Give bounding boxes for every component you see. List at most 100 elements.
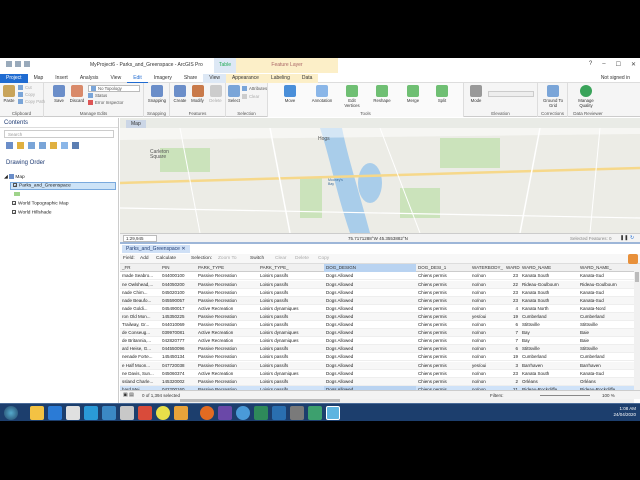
layer-visibility-checkbox[interactable]: ✓ [13, 183, 17, 188]
table-cell[interactable]: 23 [504, 370, 520, 378]
table-cell[interactable]: Passive Recreation [196, 345, 258, 353]
table-cell[interactable]: Kanata South [520, 297, 578, 305]
table-cell[interactable]: Stittsville [578, 345, 634, 353]
file-explorer-icon[interactable] [30, 406, 44, 420]
table-cell[interactable]: Baie [578, 337, 634, 345]
table-cell[interactable]: Loisirs passifs [258, 345, 324, 353]
table-cell[interactable]: Loisirs dynamiques [258, 337, 324, 345]
tab-table-view[interactable]: View [203, 73, 226, 83]
table-cell[interactable]: 045060374 [160, 370, 196, 378]
table-cell[interactable]: Dogs Allowed [324, 362, 416, 370]
table-cell[interactable]: Loisirs passifs [258, 321, 324, 329]
table-cell[interactable]: Kanata-Nord [578, 305, 634, 313]
table-cell[interactable]: ssland Charle... [120, 378, 160, 386]
table-cell[interactable]: nenade Forte... [120, 353, 160, 361]
table-cell[interactable]: Dogs Allowed [324, 337, 416, 345]
table-cell[interactable]: no/non [470, 337, 504, 345]
table-cell[interactable]: Dogs Allowed [324, 321, 416, 329]
app-icon[interactable] [290, 406, 304, 420]
clear-button[interactable]: Clear [275, 256, 286, 261]
table-cell[interactable]: rnade Seabro... [120, 272, 160, 280]
table-row[interactable]: nade Goldi... 045490017 Active Recreation L… [120, 305, 634, 313]
start-button[interactable] [4, 406, 18, 420]
table-cell[interactable]: Kanata South [520, 370, 578, 378]
table-cell[interactable]: Passive Recreation [196, 321, 258, 329]
table-cell[interactable]: 2 [504, 378, 520, 386]
table-cell[interactable]: Chiens permis [416, 329, 470, 337]
table-cell[interactable]: Chiens permis [416, 353, 470, 361]
table-cell[interactable]: no/non [470, 370, 504, 378]
column-header[interactable]: WARD_NAME_ [578, 264, 634, 272]
table-row[interactable]: nade Chim... 045020100 Passive Recreation L… [120, 289, 634, 297]
table-cell[interactable]: Passive Recreation [196, 272, 258, 280]
table-cell[interactable]: Passive Recreation [196, 289, 258, 297]
table-cell[interactable]: Cumberland [578, 353, 634, 361]
table-row[interactable]: nenade Forte... 145450134 Passive Recreati… [120, 353, 634, 362]
table-cell[interactable]: de Britannia,... [120, 337, 160, 345]
table-cell[interactable]: Kanata-Sud [578, 370, 634, 378]
pause-icon[interactable]: ❚❚ [620, 235, 628, 241]
table-cell[interactable]: nade Goldi... [120, 305, 160, 313]
table-cell[interactable]: e Half Moon... [120, 362, 160, 370]
table-cell[interactable]: Loisirs dynamiques [258, 370, 324, 378]
scroll-thumb[interactable] [635, 272, 639, 282]
table-cell[interactable]: 23 [504, 289, 520, 297]
add-field-button[interactable]: Add [140, 256, 149, 261]
table-cell[interactable]: 044000100 [160, 272, 196, 280]
skype-icon[interactable] [84, 406, 98, 420]
table-cell[interactable]: Kanata-Sud [578, 289, 634, 297]
map-view-tab[interactable]: Map [126, 120, 146, 128]
table-cell[interactable]: Dogs Allowed [324, 289, 416, 297]
tab-analysis[interactable]: Analysis [74, 74, 105, 83]
copy-path-button[interactable]: Copy Path [18, 99, 45, 105]
table-cell[interactable]: Chiens permis [416, 362, 470, 370]
app-icon[interactable] [272, 406, 286, 420]
table-row[interactable]: de Conseug... 039970081 Active Recreation L… [120, 329, 634, 338]
app-icon[interactable] [308, 406, 322, 420]
minimize-icon[interactable]: – [602, 61, 605, 68]
table-cell[interactable]: 6 [504, 321, 520, 329]
help-icon[interactable]: ? [589, 61, 592, 68]
table-cell[interactable]: no/non [470, 378, 504, 386]
table-cell[interactable]: no/non [470, 353, 504, 361]
list-by-editing-icon[interactable] [39, 142, 46, 149]
table-cell[interactable]: Trailway, Gr... [120, 321, 160, 329]
reshape-button[interactable]: Reshape [370, 85, 394, 103]
table-row[interactable]: Trailway, Gr... 044010069 Passive Recreati… [120, 321, 634, 330]
table-row[interactable]: ne Davis, Sun... 045060374 Active Recreati… [120, 370, 634, 378]
table-cell[interactable]: Dogs Allowed [324, 370, 416, 378]
tab-labeling[interactable]: Labeling [264, 73, 296, 83]
redo-icon[interactable] [24, 61, 30, 67]
table-cell[interactable]: Loisirs passifs [258, 281, 324, 289]
table-cell[interactable]: Chiens permis [416, 305, 470, 313]
column-header[interactable]: DOG_DESIGN [324, 264, 416, 272]
table-cell[interactable]: Barrhaven [520, 362, 578, 370]
table-cell[interactable]: Rideau-Goulbourn [578, 281, 634, 289]
save-icon[interactable] [6, 61, 12, 67]
table-cell[interactable]: 19 [504, 313, 520, 321]
table-cell[interactable]: no/non [470, 297, 504, 305]
table-cell[interactable]: Barrhaven [578, 362, 634, 370]
delete-rows-button[interactable]: Delete [295, 256, 309, 261]
table-cell[interactable]: Chiens permis [416, 345, 470, 353]
column-header[interactable]: PARK_TYPE [196, 264, 258, 272]
table-cell[interactable]: Chiens permis [416, 321, 470, 329]
table-cell[interactable]: Kanata-Sud [578, 297, 634, 305]
table-cell[interactable]: Chiens permis [416, 370, 470, 378]
create-button[interactable]: Create [172, 85, 188, 103]
column-header[interactable]: PARK_TYPE_ [258, 264, 324, 272]
table-cell[interactable]: Dogs Allowed [324, 313, 416, 321]
tab-insert[interactable]: Insert [49, 74, 74, 83]
app-icon[interactable] [174, 406, 188, 420]
table-cell[interactable]: Loisirs passifs [258, 378, 324, 386]
edit-vertices-button[interactable]: Edit Vertices [341, 85, 363, 108]
list-by-source-icon[interactable] [17, 142, 24, 149]
table-row[interactable]: de Britannia,... 042820777 Active Recreati… [120, 337, 634, 346]
app-icon[interactable] [120, 406, 134, 420]
cut-button[interactable]: Cut [18, 85, 32, 91]
switch-button[interactable]: Switch [250, 256, 264, 261]
table-cell[interactable]: yes/oui [470, 362, 504, 370]
merge-button[interactable]: Merge [402, 85, 424, 103]
table-cell[interactable]: 044550096 [160, 345, 196, 353]
table-cell[interactable]: Chiens permis [416, 289, 470, 297]
